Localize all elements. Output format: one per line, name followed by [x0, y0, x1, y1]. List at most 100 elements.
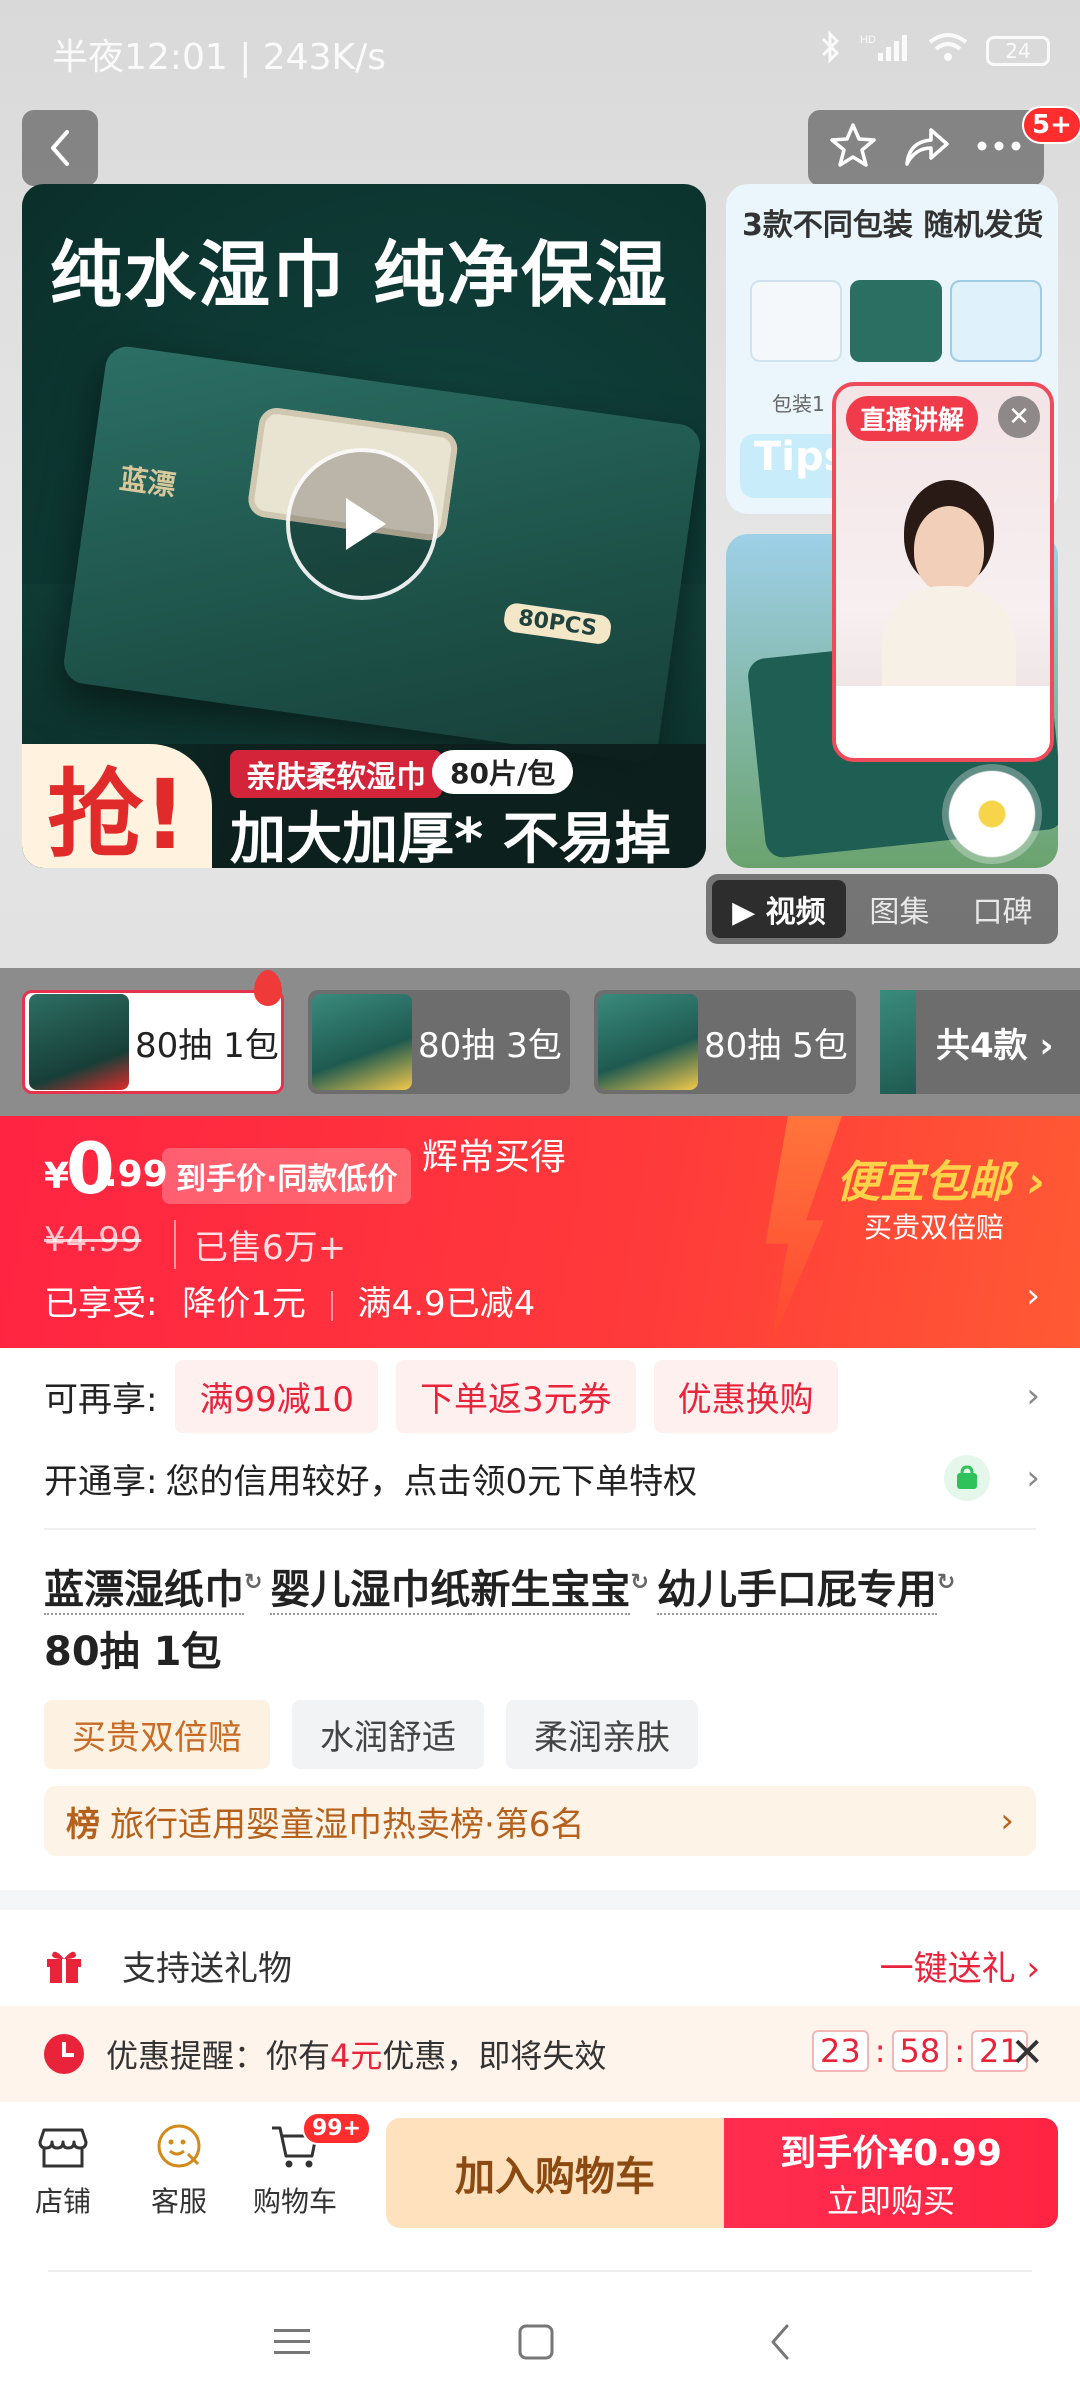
- sku-more-button[interactable]: 共4款 ›: [880, 990, 1080, 1094]
- presenter-desk: [836, 686, 1050, 758]
- applied-discounts: 已享受: 降价1元 满4.9已减4: [44, 1276, 535, 1325]
- product-tags: 买贵双倍赔 水润舒适 柔润亲肤: [44, 1700, 698, 1769]
- countdown-timer: 23: 58: 21: [812, 2030, 1028, 2072]
- share-icon: [905, 128, 949, 166]
- close-reminder-button[interactable]: ✕: [1010, 2030, 1044, 2076]
- product-gallery: 半夜12:01 | 243K/s HD 24 5+ 纯水湿巾 纯净保湿 蓝漂 8…: [0, 0, 1080, 968]
- tab-reviews[interactable]: 口碑: [953, 880, 1052, 938]
- discount-reminder: 优惠提醒：你有4元优惠，即将失效 23: 58: 21 ✕: [0, 2006, 1080, 2102]
- cart-label: 购物车: [252, 2185, 337, 2218]
- star-icon: [829, 123, 876, 167]
- pack-variant-label: 包装1: [772, 392, 825, 416]
- close-live-button[interactable]: ✕: [998, 396, 1040, 438]
- title-keyword[interactable]: 蓝漂湿纸巾: [44, 1567, 244, 1616]
- share-button[interactable]: [901, 124, 951, 172]
- coupon-3[interactable]: 优惠换购: [653, 1359, 838, 1433]
- clock-icon: [44, 2034, 84, 2074]
- credit-label: 开通享:: [44, 1461, 158, 1502]
- sku-label: 80抽 5包: [704, 1025, 848, 1066]
- svg-text:HD: HD: [860, 34, 876, 46]
- hot-icon: [254, 970, 282, 1006]
- more-dots-icon: [977, 141, 1021, 151]
- battery-indicator: 24: [986, 36, 1050, 66]
- price-slogan: 辉常买得: [422, 1137, 567, 1178]
- status-icons: HD 24: [820, 30, 1050, 72]
- feature-main: 加大加厚* 不易掉絮: [230, 807, 671, 868]
- title-keyword[interactable]: 幼儿手口屁专用: [656, 1567, 937, 1616]
- system-navigation-bar: [0, 2272, 1080, 2400]
- tab-gallery[interactable]: 图集: [850, 880, 949, 938]
- favorite-button[interactable]: [828, 121, 878, 175]
- customer-service-button[interactable]: 客服: [124, 2120, 234, 2220]
- menu-button[interactable]: [262, 2312, 322, 2372]
- coupon-1[interactable]: 满99减10: [175, 1359, 378, 1433]
- sku-thumb: [598, 994, 698, 1090]
- sku-more-label: 共4款 ›: [936, 1025, 1054, 1066]
- pack-variant-1: [750, 280, 842, 362]
- tag-price-guarantee[interactable]: 买贵双倍赔: [44, 1700, 270, 1769]
- title-keyword[interactable]: 新生宝宝: [470, 1567, 631, 1616]
- close-icon: ✕: [1008, 402, 1030, 432]
- reminder-text: 优惠提醒：你有4元优惠，即将失效: [106, 2031, 606, 2077]
- bluetooth-icon: [820, 30, 842, 72]
- ranking-row[interactable]: 榜 旅行适用婴童湿巾热卖榜·第6名 ›: [44, 1786, 1036, 1856]
- wifi-icon: [928, 32, 968, 70]
- original-price: ¥4.99: [44, 1220, 142, 1260]
- chevron-right-icon[interactable]: ›: [1026, 1276, 1040, 1316]
- cart-button[interactable]: 购物车 99+: [240, 2112, 372, 2220]
- sku-option-3[interactable]: 80抽 5包: [594, 990, 856, 1094]
- daisy-decoration: [942, 764, 1042, 864]
- status-time-speed: 半夜12:01 | 243K/s: [52, 37, 386, 78]
- pack-variant-3: [950, 280, 1042, 362]
- notification-badge: 5+: [1022, 106, 1080, 144]
- applied-label: 已享受:: [44, 1284, 158, 1324]
- reminder-amount: 4元: [330, 2037, 383, 2075]
- price-tag: 到手价·同款低价: [162, 1148, 412, 1204]
- menu-icon: [274, 2329, 310, 2354]
- gift-icon: [47, 1951, 81, 1983]
- title-keyword[interactable]: 婴儿湿巾纸: [270, 1567, 471, 1616]
- live-stream-window[interactable]: 直播讲解 ✕: [832, 382, 1054, 762]
- credit-row[interactable]: 开通享: 您的信用较好，点击领0元下单特权 ›: [44, 1446, 1040, 1510]
- gift-label: 支持送礼物: [122, 1948, 292, 1989]
- reminder-prefix: 优惠提醒：你有: [106, 2037, 331, 2075]
- offers-label: 可再享:: [44, 1379, 158, 1420]
- product-title: 蓝漂湿纸巾↻ 婴儿湿巾纸新生宝宝↻ 幼儿手口屁专用↻ 80抽 1包: [44, 1552, 1044, 1683]
- gift-row[interactable]: 支持送礼物 一键送礼 ›: [44, 1930, 1040, 2000]
- sku-thumb: [880, 990, 916, 1094]
- price-banner[interactable]: ¥ 0 .99 到手价·同款低价 辉常买得 ¥4.99 已售6万+ 已享受: 降…: [0, 1116, 1080, 1348]
- back-nav-button[interactable]: [750, 2312, 810, 2372]
- promo-title[interactable]: 便宜包邮 ›: [836, 1146, 1045, 1210]
- discount-1: 降价1元: [182, 1284, 306, 1324]
- buy-price: 到手价¥0.99: [780, 2133, 1002, 2174]
- back-button[interactable]: [22, 110, 98, 186]
- more-button[interactable]: [974, 136, 1024, 160]
- tab-video[interactable]: ▶ 视频: [712, 880, 846, 938]
- countdown-minutes: 58: [891, 2030, 949, 2072]
- buy-now-button[interactable]: 到手价¥0.99 立即购买: [724, 2118, 1058, 2228]
- add-to-cart-button[interactable]: 加入购物车: [386, 2118, 724, 2228]
- media-tabs: ▶ 视频 图集 口碑: [706, 874, 1058, 944]
- extra-offers-row[interactable]: 可再享: 满99减10 下单返3元券 优惠换购 ›: [44, 1359, 1040, 1433]
- sku-option-2[interactable]: 80抽 3包: [308, 990, 570, 1094]
- shop-icon: [38, 2128, 88, 2168]
- feature-label: 亲肤柔软湿巾: [230, 750, 442, 798]
- ranking-icon: 榜: [66, 1804, 100, 1845]
- home-button[interactable]: [506, 2312, 566, 2372]
- chevron-left-icon: [51, 130, 69, 166]
- reminder-suffix: 优惠，即将失效: [382, 2037, 607, 2075]
- title-variant: 80抽 1包: [44, 1629, 222, 1676]
- sku-option-1[interactable]: 80抽 1包: [22, 990, 284, 1094]
- send-gift-button[interactable]: 一键送礼 ›: [880, 1941, 1040, 1990]
- play-icon: [346, 498, 386, 550]
- play-video-button[interactable]: [286, 448, 438, 600]
- colon: :: [954, 2032, 965, 2070]
- coupon-2[interactable]: 下单返3元券: [396, 1359, 636, 1433]
- lightning-icon: [765, 1116, 842, 1348]
- home-square-icon: [518, 2324, 554, 2360]
- header-actions: [808, 110, 1044, 186]
- shop-button[interactable]: 店铺: [8, 2120, 118, 2220]
- shopping-bag-icon: [944, 1455, 990, 1501]
- cart-count-badge: 99+: [302, 2112, 372, 2145]
- search-icon: ↻: [936, 1570, 956, 1595]
